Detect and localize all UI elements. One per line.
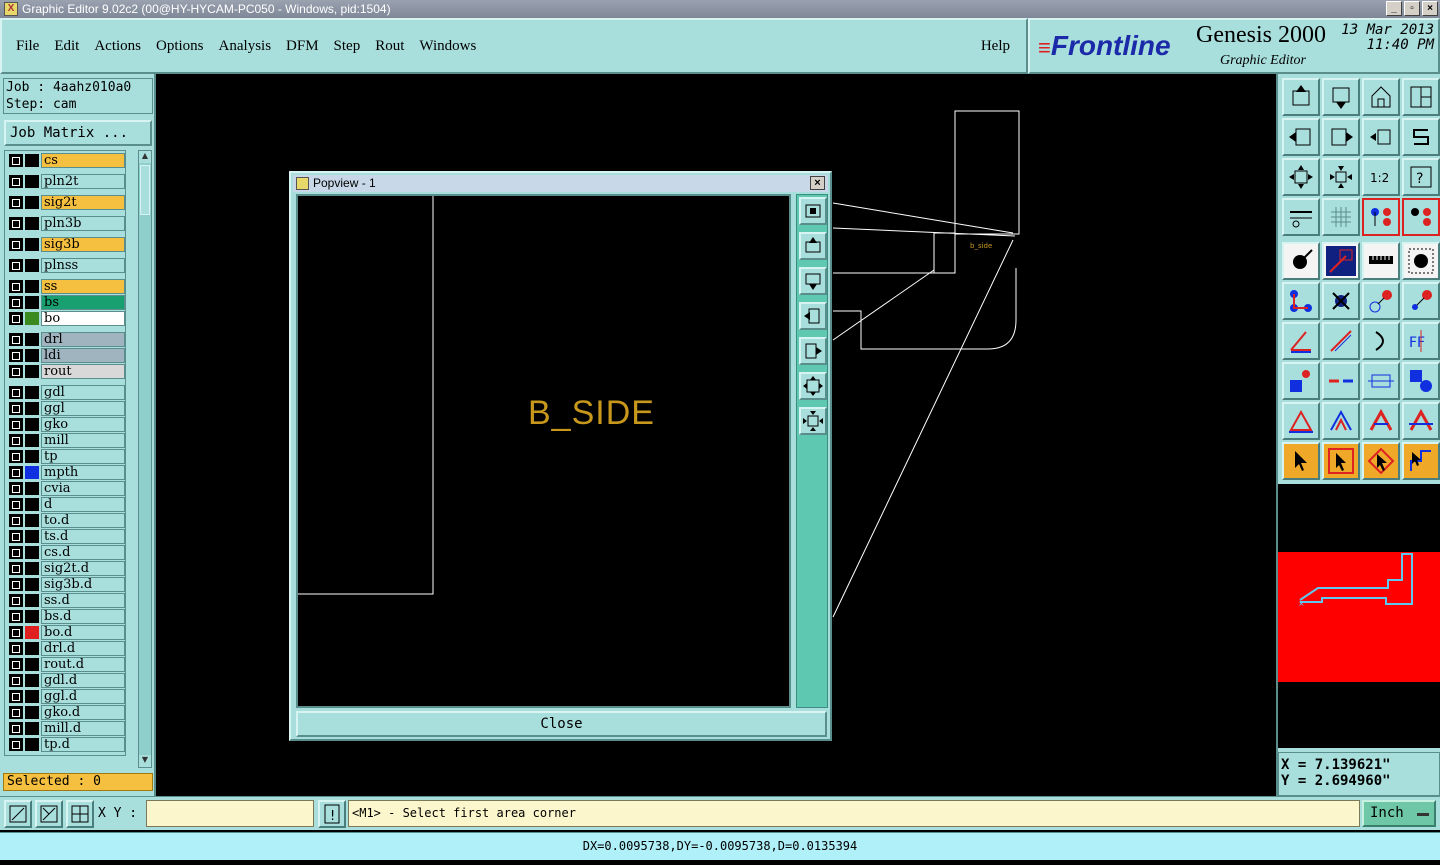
unit-label: Inch <box>1370 805 1404 821</box>
outline-rect-top <box>954 110 1020 235</box>
outline-rect-small <box>933 232 956 274</box>
copy-pad-tool-icon[interactable] <box>1402 282 1440 320</box>
popview-outline <box>298 196 434 595</box>
popview-canvas[interactable]: B_SIDE <box>296 194 791 708</box>
triangle3-tool-icon[interactable] <box>1362 402 1400 440</box>
line-slant-tool-icon[interactable] <box>1322 322 1360 360</box>
scale-tool-icon[interactable]: 1:2 <box>1362 158 1400 196</box>
triangle4-tool-icon[interactable] <box>1402 402 1440 440</box>
outline-line-e <box>832 239 1014 618</box>
pads-group-tool-icon[interactable] <box>1402 362 1440 400</box>
window-split-tool-icon[interactable] <box>1402 78 1440 116</box>
popview-title: Popview - 1 <box>313 176 376 190</box>
xy-input[interactable] <box>146 800 314 827</box>
coord-x: X = 7.139621" <box>1281 757 1391 773</box>
connect-tool-icon[interactable] <box>1282 282 1320 320</box>
svg-text:1:2: 1:2 <box>1370 171 1389 185</box>
select-tool-icon[interactable] <box>1282 442 1320 480</box>
select-net-tool-icon[interactable] <box>1402 442 1440 480</box>
ruler-tool-icon[interactable] <box>1362 242 1400 280</box>
popview-zoom-in-icon[interactable] <box>799 372 827 400</box>
cursor-coords: X = 7.139621" Y = 2.694960" <box>1278 752 1440 796</box>
prompt-line: <M1> - Select first area corner <box>348 800 1360 827</box>
dimension-tool-icon[interactable] <box>1362 362 1400 400</box>
help-tool-icon[interactable]: ? <box>1402 158 1440 196</box>
popview-zoom-home-icon[interactable] <box>799 197 827 225</box>
overview-outline: × <box>1298 553 1413 608</box>
coord-y: Y = 2.694960" <box>1281 773 1391 789</box>
popview-pan-down-icon[interactable] <box>799 267 827 295</box>
grid-mode-icon[interactable] <box>66 800 94 828</box>
alert-icon[interactable]: ! <box>318 800 346 828</box>
popview-close-icon[interactable]: × <box>810 176 825 190</box>
popview-window: Popview - 1 × B_SIDE Close <box>289 171 832 741</box>
unit-select[interactable]: Inch <box>1362 800 1436 827</box>
split-line-tool-icon[interactable] <box>1322 362 1360 400</box>
popview-titlebar: Popview - 1 × <box>293 175 828 192</box>
zoom-in-tool-icon[interactable] <box>1282 158 1320 196</box>
add-line-tool-icon[interactable] <box>1322 242 1360 280</box>
home-tool-icon[interactable] <box>1362 78 1400 116</box>
svg-text:FF: FF <box>1409 335 1425 351</box>
zoom-out-tool-icon[interactable] <box>1322 158 1360 196</box>
status-bar: X Y : ! <M1> - Select first area corner … <box>0 796 1440 830</box>
popview-zoom-out-icon[interactable] <box>799 407 827 435</box>
popview-label: B_SIDE <box>528 394 655 432</box>
zoom-fit-icon[interactable] <box>4 800 32 828</box>
triangle-tool-icon[interactable] <box>1282 402 1320 440</box>
popview-pan-up-icon[interactable] <box>799 232 827 260</box>
canvas-small-text: b_side <box>970 242 992 250</box>
outline-corner <box>987 268 1017 350</box>
snap2-tool-icon[interactable] <box>1402 198 1440 236</box>
xy-label: X Y : <box>98 806 138 821</box>
pad-area-tool-icon[interactable] <box>1402 242 1440 280</box>
snap-tool-icon[interactable] <box>1362 198 1400 236</box>
outline-line-d <box>832 269 935 341</box>
popview-app-icon <box>296 177 309 190</box>
add-feature-tool-icon[interactable] <box>1282 362 1320 400</box>
triangle2-tool-icon[interactable] <box>1322 402 1360 440</box>
angle-tool-icon[interactable] <box>1282 322 1320 360</box>
delete-pad-tool-icon[interactable] <box>1322 282 1360 320</box>
pan-left-tool-icon[interactable] <box>1282 118 1320 156</box>
pan-down-tool-icon[interactable] <box>1322 78 1360 116</box>
measure-readout: DX=0.0095738,DY=-0.0095738,D=0.0135394 <box>0 832 1440 860</box>
popview-pan-right-icon[interactable] <box>799 337 827 365</box>
add-pad-tool-icon[interactable] <box>1282 242 1320 280</box>
popview-toolbar <box>796 194 828 708</box>
svg-text:?: ? <box>1416 171 1423 187</box>
select-poly-tool-icon[interactable] <box>1362 442 1400 480</box>
move-pad-tool-icon[interactable] <box>1362 282 1400 320</box>
chevron-down-icon <box>1417 810 1429 816</box>
outline-path <box>833 310 988 350</box>
overview-board: × <box>1278 552 1440 682</box>
popview-close-button[interactable]: Close <box>296 711 827 737</box>
arc-tool-icon[interactable] <box>1362 322 1400 360</box>
select-area-tool-icon[interactable] <box>1322 442 1360 480</box>
overview-map[interactable]: × <box>1278 484 1440 748</box>
svg-text:×: × <box>1298 599 1305 608</box>
redraw-tool-icon[interactable] <box>1402 118 1440 156</box>
measure-tool-icon[interactable] <box>1282 198 1320 236</box>
pan-right-tool-icon[interactable] <box>1322 118 1360 156</box>
mirror-tool-icon[interactable]: FF <box>1402 322 1440 360</box>
pan-up-tool-icon[interactable] <box>1282 78 1320 116</box>
svg-text:!: ! <box>330 809 335 824</box>
measure-mode-icon[interactable] <box>35 800 63 828</box>
popview-pan-left-icon[interactable] <box>799 302 827 330</box>
grid-tool-icon[interactable] <box>1322 198 1360 236</box>
zoom-back-tool-icon[interactable] <box>1362 118 1400 156</box>
outline-line-a <box>832 202 1014 234</box>
